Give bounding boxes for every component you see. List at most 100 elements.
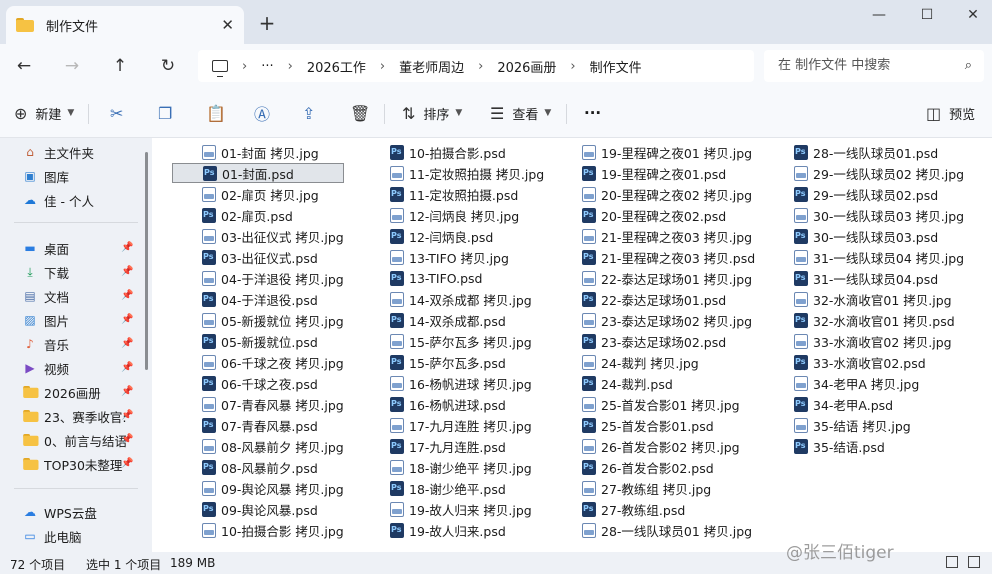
share-button[interactable]: ⇪ [302,101,323,125]
minimize-button[interactable]: — [856,4,902,32]
file-item[interactable]: 01-封面 拷贝.jpg [200,142,319,162]
file-item[interactable]: 03-出征仪式 拷贝.jpg [200,226,344,246]
sidebar-item-onedrive[interactable]: ☁ 佳 - 个人 [22,189,140,211]
more-options-button[interactable]: ··· [584,101,601,125]
sort-button[interactable]: ⇅ 排序 ▼ [402,101,462,125]
file-item[interactable]: 19-里程碑之夜01 拷贝.jpg [580,142,752,162]
file-item[interactable]: 20-里程碑之夜02.psd [580,205,726,225]
tiles-view-icon[interactable] [968,556,980,568]
file-item[interactable]: 03-出征仪式.psd [200,247,318,267]
breadcrumb-segment[interactable]: 制作文件 [590,57,642,76]
breadcrumb-separator[interactable]: › [380,59,385,74]
file-item[interactable]: 31-一线队球员04.psd [792,268,938,288]
pin-icon[interactable]: 📌 [121,266,133,277]
refresh-button[interactable]: ↻ [154,52,182,80]
file-item[interactable]: 24-裁判.psd [580,373,673,393]
delete-button[interactable]: 🗑 [350,101,378,125]
file-item[interactable]: 23-泰达足球场02.psd [580,331,726,351]
pin-icon[interactable]: 📌 [121,314,133,325]
view-button[interactable]: ☰ 查看 ▼ [490,101,551,125]
up-button[interactable]: ↑ [106,52,134,80]
file-item[interactable]: 06-千球之夜 拷贝.jpg [200,352,344,372]
file-item[interactable]: 17-九月连胜.psd [388,436,506,456]
sidebar-item-this-pc[interactable]: ▭ 此电脑 [22,525,140,547]
pin-icon[interactable]: 📌 [121,362,133,373]
paste-button[interactable]: 📋 [206,101,234,125]
file-item[interactable]: 22-泰达足球场01.psd [580,289,726,309]
file-item[interactable]: 09-舆论风暴 拷贝.jpg [200,478,344,498]
file-item[interactable]: 06-千球之夜.psd [200,373,318,393]
file-item[interactable]: 07-青春风暴.psd [200,415,318,435]
search-input[interactable]: 在 制作文件 中搜索 ⌕ [764,50,984,82]
file-item[interactable]: 19-故人归来.psd [388,520,506,540]
file-item[interactable]: 29-一线队球员02.psd [792,184,938,204]
forward-button[interactable]: → [58,52,86,80]
file-item[interactable]: 26-首发合影02 拷贝.jpg [580,436,740,456]
file-item[interactable]: 25-首发合影01.psd [580,415,714,435]
file-item[interactable]: 08-风暴前夕 拷贝.jpg [200,436,344,456]
file-item[interactable]: 25-首发合影01 拷贝.jpg [580,394,740,414]
file-item[interactable]: 19-里程碑之夜01.psd [580,163,726,183]
file-item[interactable]: 13-TIFO 拷贝.jpg [388,247,509,267]
file-item[interactable]: 15-萨尔瓦多.psd [388,352,506,372]
file-item[interactable]: 33-水滴收官02 拷贝.jpg [792,331,952,351]
pin-icon[interactable]: 📌 [121,242,133,253]
file-item[interactable]: 05-新援就位.psd [200,331,318,351]
file-item[interactable]: 08-风暴前夕.psd [200,457,318,477]
file-item[interactable]: 21-里程碑之夜03 拷贝.psd [580,247,755,267]
file-item[interactable]: 12-闫炳良.psd [388,226,493,246]
computer-icon[interactable] [212,60,228,77]
file-item[interactable]: 04-于洋退役.psd [200,289,318,309]
maximize-button[interactable]: ☐ [904,4,950,32]
breadcrumb-segment[interactable]: 2026工作 [307,57,366,76]
file-item[interactable]: 26-首发合影02.psd [580,457,714,477]
breadcrumb-separator[interactable]: › [288,59,293,74]
file-item[interactable]: 32-水滴收官01 拷贝.psd [792,310,955,330]
search-icon[interactable]: ⌕ [965,50,972,82]
file-item[interactable]: 22-泰达足球场01 拷贝.jpg [580,268,752,288]
file-item[interactable]: 11-定妆照拍摄.psd [388,184,518,204]
file-item[interactable]: 17-九月连胜 拷贝.jpg [388,415,532,435]
file-item[interactable]: 27-教练组.psd [580,499,685,519]
file-item[interactable]: 07-青春风暴 拷贝.jpg [200,394,344,414]
breadcrumb-separator[interactable]: › [570,59,575,74]
file-item[interactable]: 15-萨尔瓦多 拷贝.jpg [388,331,532,351]
file-item[interactable]: 10-拍摄合影.psd [388,142,506,162]
back-button[interactable]: ← [10,52,38,80]
file-item[interactable]: 34-老甲A.psd [792,394,893,414]
file-item[interactable]: 01-封面.psd [172,163,344,183]
file-item[interactable]: 09-舆论风暴.psd [200,499,318,519]
file-item[interactable]: 10-拍摄合影 拷贝.jpg [200,520,344,540]
file-item[interactable]: 30-一线队球员03 拷贝.jpg [792,205,964,225]
file-item[interactable]: 33-水滴收官02.psd [792,352,926,372]
file-item[interactable]: 28-一线队球员01.psd [792,142,938,162]
pin-icon[interactable]: 📌 [121,386,133,397]
close-window-button[interactable]: ✕ [950,4,992,32]
file-item[interactable]: 34-老甲A 拷贝.jpg [792,373,919,393]
cut-button[interactable]: ✂ [110,101,131,125]
file-item[interactable]: 30-一线队球员03.psd [792,226,938,246]
sidebar-scrollbar[interactable] [145,152,148,370]
file-item[interactable]: 05-新援就位 拷贝.jpg [200,310,344,330]
file-item[interactable]: 35-结语 拷贝.jpg [792,415,911,435]
file-item[interactable]: 16-杨帆进球 拷贝.jpg [388,373,532,393]
breadcrumb-segment[interactable]: 董老师周边 [399,57,464,76]
file-item[interactable]: 28-一线队球员01 拷贝.jpg [580,520,752,540]
file-item[interactable]: 32-水滴收官01 拷贝.jpg [792,289,952,309]
copy-button[interactable]: ❐ [158,101,180,125]
file-item[interactable]: 12-闫炳良 拷贝.jpg [388,205,519,225]
file-item[interactable]: 18-谢少绝平.psd [388,478,506,498]
file-item[interactable]: 35-结语.psd [792,436,885,456]
preview-pane-button[interactable]: ◫ 预览 [926,101,975,125]
file-item[interactable]: 20-里程碑之夜02 拷贝.jpg [580,184,752,204]
tab-close-icon[interactable]: ✕ [221,16,234,34]
pin-icon[interactable]: 📌 [121,410,133,421]
new-button[interactable]: ⊕ 新建 ▼ [14,101,74,125]
tab-current[interactable]: 制作文件 ✕ [6,6,244,44]
file-item[interactable]: 14-双杀成都.psd [388,310,506,330]
sidebar-item-home[interactable]: ⌂ 主文件夹 [22,141,140,163]
file-item[interactable]: 02-扉页.psd [200,205,293,225]
file-item[interactable]: 11-定妆照拍摄 拷贝.jpg [388,163,544,183]
pin-icon[interactable]: 📌 [121,434,133,445]
file-item[interactable]: 23-泰达足球场02 拷贝.jpg [580,310,752,330]
